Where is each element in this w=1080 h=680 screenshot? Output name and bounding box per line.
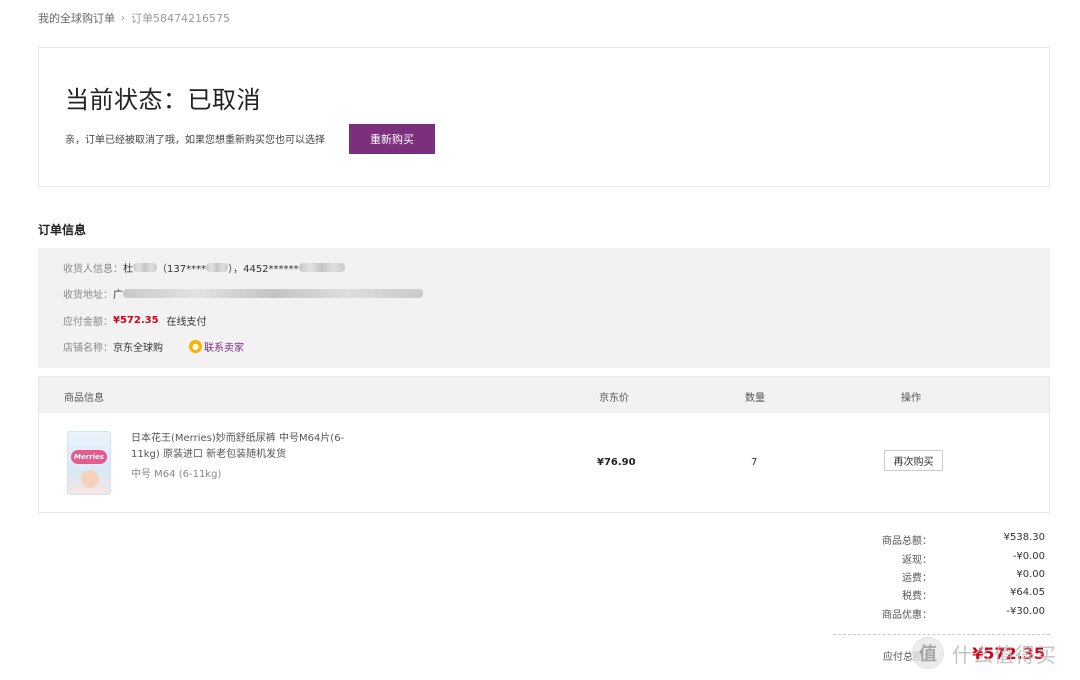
summary-row-shipping: 运费： ¥0.00: [840, 569, 1050, 584]
redacted-address: [123, 289, 423, 298]
product-image[interactable]: Merries: [67, 431, 111, 495]
summary-label: 税费：: [902, 591, 932, 602]
header-quantity: 数量: [745, 393, 765, 404]
summary-value: -¥0.00: [1012, 551, 1045, 562]
order-info-heading: 订单信息: [38, 223, 87, 237]
breadcrumb-current-order: 订单58474216575: [131, 12, 230, 25]
summary-label: 商品总额：: [882, 536, 932, 547]
amount-row: 应付金额： ¥572.35 在线支付: [63, 313, 207, 328]
chevron-right-icon: ›: [121, 12, 125, 24]
receiver-id: ），4452******: [228, 264, 299, 275]
amount-value: ¥572.35: [113, 315, 159, 326]
breadcrumb-my-global-orders[interactable]: 我的全球购订单: [38, 10, 115, 26]
summary-row-tax: 税费： ¥64.05: [840, 587, 1050, 602]
summary-label: 商品优惠：: [882, 610, 932, 621]
header-product: 商品信息: [64, 393, 104, 404]
shop-name: 京东全球购: [113, 343, 163, 354]
summary-label: 运费：: [902, 573, 932, 584]
receiver-phone: （137****: [157, 264, 207, 275]
table-header: 商品信息 京东价 数量 操作: [39, 377, 1049, 413]
summary-value: -¥30.00: [1006, 606, 1045, 617]
table-row: Merries 日本花王(Merries)妙而舒纸尿裤 中号M64片(6-11k…: [39, 413, 1049, 513]
baby-illustration: [81, 470, 99, 488]
product-spec: 中号 M64 (6-11kg): [131, 469, 222, 480]
summary-row-goods-total: 商品总额： ¥538.30: [840, 532, 1050, 547]
address-value: 广: [113, 290, 123, 301]
chat-icon: ●: [189, 340, 202, 353]
summary-divider: [833, 634, 1050, 635]
shop-label: 店铺名称：: [63, 343, 113, 354]
contact-seller-label: 联系卖家: [204, 343, 244, 354]
redacted-name: [133, 263, 157, 272]
rebuy-button[interactable]: 重新购买: [349, 124, 435, 154]
payment-method: 在线支付: [166, 317, 207, 328]
buy-again-button[interactable]: 再次购买: [884, 450, 943, 471]
order-status-description: 亲，订单已经被取消了哦，如果您想重新购买您也可以选择: [65, 135, 325, 146]
product-name-link[interactable]: 日本花王(Merries)妙而舒纸尿裤 中号M64片(6-11kg) 原装进口 …: [131, 431, 361, 463]
order-status-panel: 当前状态：已取消 亲，订单已经被取消了哦，如果您想重新购买您也可以选择 重新购买: [38, 47, 1050, 187]
contact-seller-link[interactable]: ● 联系卖家: [189, 339, 244, 354]
amount-label: 应付金额：: [63, 317, 113, 328]
receiver-name: 杜: [123, 264, 133, 275]
summary-value: ¥0.00: [1016, 569, 1045, 580]
product-table: 商品信息 京东价 数量 操作 Merries 日本花王(Merries)妙而舒纸…: [38, 376, 1050, 513]
watermark-logo-icon: 值: [912, 637, 944, 669]
summary-row-discount: 商品优惠： -¥30.00: [840, 606, 1050, 621]
shop-row: 店铺名称： 京东全球购 ● 联系卖家: [63, 339, 244, 354]
watermark: 值 什么值得买: [912, 636, 1057, 670]
summary-value: ¥64.05: [1010, 587, 1045, 598]
summary-row-cashback: 返现： -¥0.00: [840, 551, 1050, 566]
order-status-title: 当前状态：已取消: [65, 86, 261, 114]
order-detail-page: 我的全球购订单 › 订单58474216575 当前状态：已取消 亲，订单已经被…: [0, 0, 1080, 680]
receiver-label: 收货人信息：: [63, 264, 123, 275]
redacted-id: [298, 263, 345, 272]
redacted-phone: [206, 263, 229, 272]
watermark-text: 什么值得买: [952, 642, 1057, 667]
summary-value: ¥538.30: [1003, 532, 1045, 543]
order-info-panel: 收货人信息： 杜 （137**** ），4452****** 收货地址： 广 应…: [38, 248, 1050, 368]
address-row: 收货地址： 广: [63, 286, 423, 301]
address-label: 收货地址：: [63, 290, 113, 301]
header-price: 京东价: [599, 393, 629, 404]
summary-label: 返现：: [902, 555, 932, 566]
receiver-info-row: 收货人信息： 杜 （137**** ），4452******: [63, 260, 345, 275]
breadcrumb: 我的全球购订单 › 订单58474216575: [38, 10, 230, 26]
header-action: 操作: [901, 393, 921, 404]
product-quantity: 7: [751, 457, 758, 468]
product-brand-logo: Merries: [71, 450, 107, 464]
product-price: ¥76.90: [597, 457, 636, 468]
